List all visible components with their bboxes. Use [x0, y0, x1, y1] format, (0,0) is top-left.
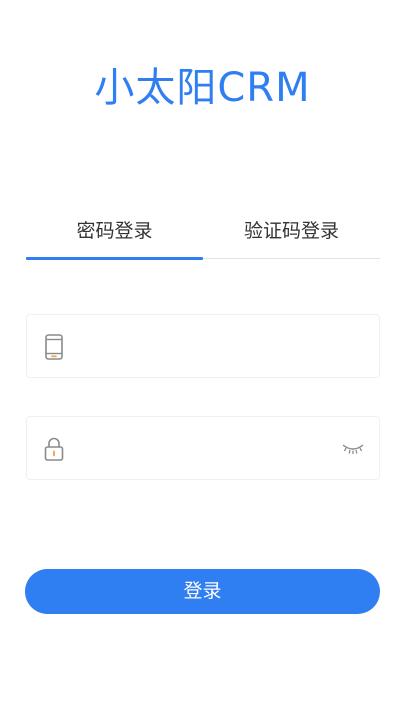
login-button[interactable]: 登录 [25, 569, 380, 614]
tab-code-login[interactable]: 验证码登录 [203, 212, 380, 258]
password-field[interactable] [26, 416, 380, 481]
eye-closed-icon[interactable] [341, 439, 365, 457]
phone-input[interactable] [83, 315, 357, 379]
phone-field[interactable] [26, 314, 380, 379]
app-title: 小太阳CRM [94, 65, 311, 111]
lock-icon [43, 436, 65, 462]
phone-icon [43, 334, 65, 360]
password-input[interactable] [83, 417, 357, 481]
tab-password-login[interactable]: 密码登录 [26, 212, 203, 260]
login-tabs: 密码登录 验证码登录 [26, 212, 380, 260]
